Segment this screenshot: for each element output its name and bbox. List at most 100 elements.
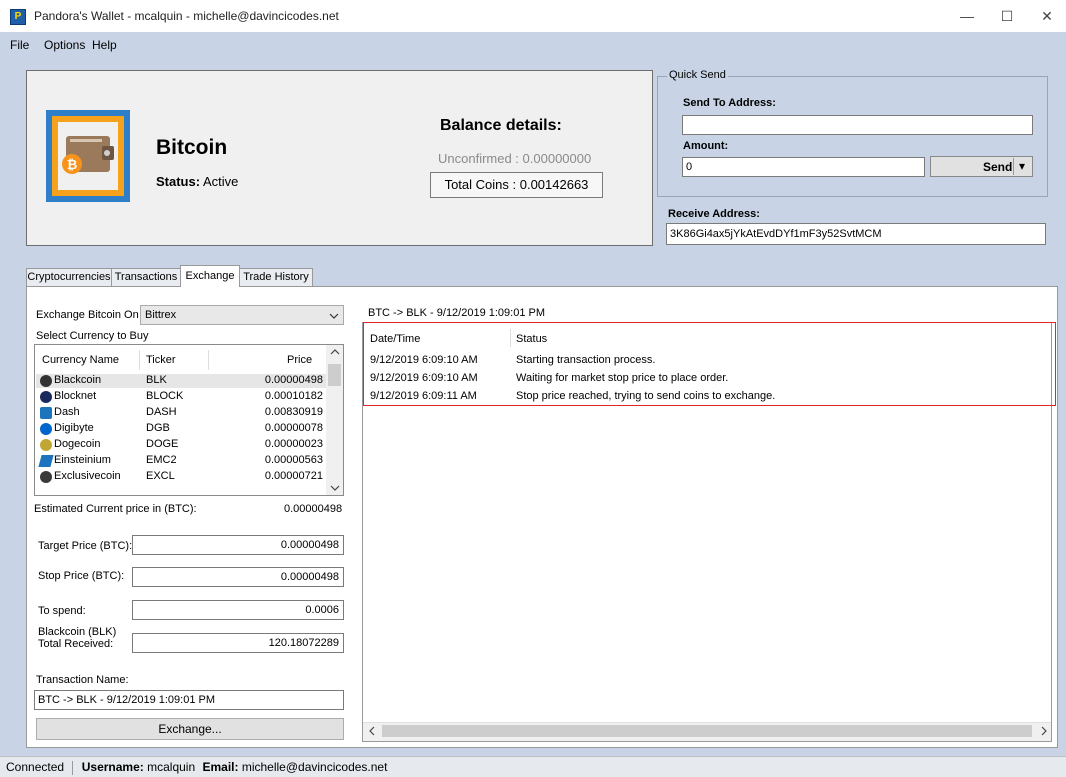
email-value: michelle@davincicodes.net bbox=[241, 760, 388, 774]
menu-options[interactable]: Options bbox=[44, 38, 85, 52]
currency-row[interactable]: Digibyte DGB 0.00000078 bbox=[36, 422, 326, 436]
currency-ticker: EXCL bbox=[146, 470, 175, 482]
amount-input[interactable]: 0 bbox=[682, 157, 925, 177]
window-title: Pandora's Wallet - mcalquin - michelle@d… bbox=[34, 9, 339, 23]
receive-address-field[interactable]: 3K86Gi4ax5jYkAtEvdDYf1mF3y52SvtMCM bbox=[666, 223, 1046, 245]
currency-ticker: BLK bbox=[146, 374, 167, 386]
send-button-label: Send bbox=[983, 160, 1013, 174]
currency-row[interactable]: Exclusivecoin EXCL 0.00000721 bbox=[36, 470, 326, 484]
scroll-left-icon[interactable] bbox=[368, 726, 376, 736]
currency-price: 0.00000078 bbox=[264, 422, 323, 434]
tab-cryptocurrencies[interactable]: Cryptocurrencies bbox=[26, 268, 112, 286]
currency-name: Dash bbox=[54, 406, 80, 418]
currency-ticker: DGB bbox=[146, 422, 170, 434]
received-currency-label: Blackcoin (BLK) bbox=[38, 626, 117, 638]
unconfirmed-balance: Unconfirmed : 0.00000000 bbox=[438, 151, 592, 166]
receive-label: Receive Address: bbox=[668, 208, 760, 220]
currency-row[interactable]: Blackcoin BLK 0.00000498 bbox=[36, 374, 326, 388]
to-spend-label: To spend: bbox=[38, 605, 86, 617]
quick-send-group bbox=[657, 76, 1048, 197]
highlight-box bbox=[363, 322, 1056, 406]
currency-name: Einsteinium bbox=[54, 454, 111, 466]
menu-help[interactable]: Help bbox=[92, 38, 117, 52]
einsteinium-icon bbox=[38, 455, 54, 467]
scroll-up-icon[interactable] bbox=[330, 348, 340, 356]
exchange-select-value: Bittrex bbox=[145, 309, 177, 321]
currency-name: Blocknet bbox=[54, 390, 97, 402]
col-ticker[interactable]: Ticker bbox=[146, 354, 176, 366]
quick-send-legend: Quick Send bbox=[667, 69, 728, 81]
status-value: Active bbox=[202, 174, 239, 189]
currency-ticker: EMC2 bbox=[146, 454, 177, 466]
exchange-on-label: Exchange Bitcoin On bbox=[36, 309, 139, 321]
tab-trade-history[interactable]: Trade History bbox=[239, 268, 313, 286]
currency-price: 0.00000498 bbox=[264, 374, 323, 386]
digibyte-icon bbox=[40, 423, 52, 435]
close-button[interactable]: ✕ bbox=[1024, 0, 1066, 32]
currency-ticker: DOGE bbox=[146, 438, 179, 450]
scrollbar-thumb[interactable] bbox=[382, 725, 1032, 737]
scroll-right-icon[interactable] bbox=[1040, 726, 1048, 736]
log-title: BTC -> BLK - 9/12/2019 1:09:01 PM bbox=[368, 307, 546, 319]
blackcoin-icon bbox=[40, 375, 52, 387]
menu-file[interactable]: File bbox=[10, 38, 29, 52]
currency-name: Digibyte bbox=[54, 422, 94, 434]
svg-text:₿: ₿ bbox=[67, 158, 78, 173]
username-label: Username: bbox=[81, 760, 144, 774]
bitcoin-wallet-logo-icon: ₿ bbox=[46, 110, 130, 202]
currency-row[interactable]: Einsteinium EMC2 0.00000563 bbox=[36, 454, 326, 468]
stop-price-input[interactable]: 0.00000498 bbox=[132, 567, 344, 587]
tab-transactions[interactable]: Transactions bbox=[111, 268, 181, 286]
blocknet-icon bbox=[40, 391, 52, 403]
currency-ticker: DASH bbox=[146, 406, 177, 418]
currency-name: Dogecoin bbox=[54, 438, 101, 450]
estimated-price-value: 0.00000498 bbox=[284, 503, 343, 515]
total-received-label: Total Received: bbox=[38, 638, 114, 650]
transaction-name-input[interactable]: BTC -> BLK - 9/12/2019 1:09:01 PM bbox=[34, 690, 344, 710]
status-bar: Connected Username: mcalquin Email: mich… bbox=[0, 756, 1066, 777]
coin-name: Bitcoin bbox=[156, 136, 228, 159]
currency-row[interactable]: Dogecoin DOGE 0.00000023 bbox=[36, 438, 326, 452]
amount-label: Amount: bbox=[683, 140, 729, 152]
status-label: Status: bbox=[156, 174, 201, 189]
balance-title: Balance details: bbox=[440, 117, 562, 134]
chevron-down-icon bbox=[329, 313, 339, 319]
menu-bar bbox=[0, 32, 1066, 58]
send-to-address-input[interactable] bbox=[682, 115, 1033, 135]
total-received-value: 120.18072289 bbox=[132, 633, 344, 653]
currency-name: Exclusivecoin bbox=[54, 470, 121, 482]
currency-price: 0.00000563 bbox=[264, 454, 323, 466]
col-divider bbox=[139, 350, 140, 370]
col-divider bbox=[208, 350, 209, 370]
currency-row[interactable]: Dash DASH 0.00830919 bbox=[36, 406, 326, 420]
target-price-label: Target Price (BTC): bbox=[38, 540, 133, 552]
username-value: mcalquin bbox=[147, 760, 196, 774]
currency-price: 0.00010182 bbox=[264, 390, 323, 402]
scrollbar-thumb[interactable] bbox=[328, 364, 341, 386]
connection-status: Connected bbox=[6, 760, 65, 774]
dash-icon bbox=[40, 407, 52, 419]
send-dropdown-icon[interactable]: ▾ bbox=[1019, 159, 1025, 173]
status-divider bbox=[72, 760, 74, 775]
email-label: Email: bbox=[202, 760, 239, 774]
send-button[interactable]: Send ▾ bbox=[930, 156, 1033, 177]
target-price-input[interactable]: 0.00000498 bbox=[132, 535, 344, 555]
tab-exchange[interactable]: Exchange bbox=[180, 265, 240, 287]
currency-price: 0.00830919 bbox=[264, 406, 323, 418]
currency-row[interactable]: Blocknet BLOCK 0.00010182 bbox=[36, 390, 326, 404]
transaction-name-label: Transaction Name: bbox=[36, 674, 129, 686]
select-currency-label: Select Currency to Buy bbox=[36, 330, 149, 342]
exchange-button[interactable]: Exchange... bbox=[36, 718, 344, 740]
send-to-label: Send To Address: bbox=[683, 97, 776, 109]
col-currency-name[interactable]: Currency Name bbox=[42, 354, 119, 366]
to-spend-input[interactable]: 0.0006 bbox=[132, 600, 344, 620]
exclusivecoin-icon bbox=[40, 471, 52, 483]
col-price[interactable]: Price bbox=[287, 354, 312, 366]
estimated-price-label: Estimated Current price in (BTC): bbox=[34, 503, 197, 515]
currency-price: 0.00000023 bbox=[264, 438, 323, 450]
dogecoin-icon bbox=[40, 439, 52, 451]
scroll-down-icon[interactable] bbox=[330, 484, 340, 492]
stop-price-label: Stop Price (BTC): bbox=[38, 570, 125, 582]
currency-ticker: BLOCK bbox=[146, 390, 184, 402]
exchange-select[interactable]: Bittrex bbox=[140, 305, 344, 325]
